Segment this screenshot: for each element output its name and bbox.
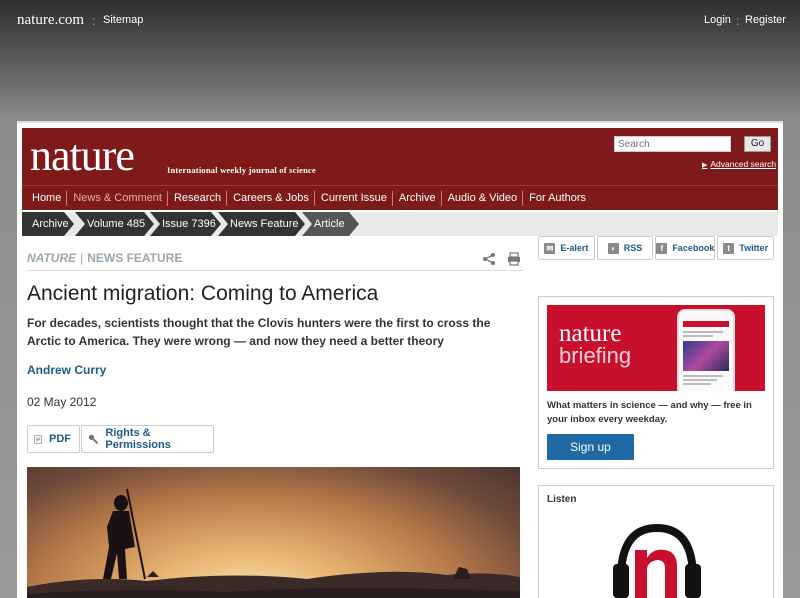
- nav-research[interactable]: Research: [168, 190, 228, 206]
- e-alert-button[interactable]: ✉ E-alert: [538, 236, 595, 260]
- nature-com-link[interactable]: nature.com: [17, 12, 84, 29]
- facebook-icon: f: [656, 242, 668, 254]
- article-standfirst: For decades, scientists thought that the…: [27, 316, 491, 348]
- mail-icon: ✉: [544, 242, 556, 254]
- triangle-right-icon: ▶: [702, 162, 708, 169]
- breadcrumb-article: Article: [302, 212, 359, 236]
- register-link[interactable]: Register: [745, 14, 786, 26]
- twitter-icon: t: [723, 242, 735, 254]
- nav-careers-jobs[interactable]: Careers & Jobs: [227, 190, 315, 206]
- pdf-label: PDF: [49, 433, 71, 445]
- article-headline: Ancient migration: Coming to America: [27, 282, 379, 305]
- nav-current-issue[interactable]: Current Issue: [315, 190, 393, 206]
- nav-news-comment[interactable]: News & Comment: [67, 190, 168, 206]
- facebook-label: Facebook: [672, 243, 715, 253]
- nature-briefing-box: nature briefing What matters in science …: [538, 296, 774, 469]
- facebook-button[interactable]: f Facebook: [655, 236, 716, 260]
- article-kicker: NATURE | NEWS FEATURE: [27, 251, 182, 265]
- rss-label: RSS: [623, 243, 643, 253]
- publication-date: 02 May 2012: [27, 395, 97, 409]
- top-separator: :: [92, 14, 96, 28]
- hero-image: [27, 467, 520, 598]
- top-bar: nature.com : Sitemap Login : Register: [0, 0, 800, 40]
- breadcrumb-issue[interactable]: Issue 7396: [150, 212, 221, 236]
- main-nav: Home News & Comment Research Careers & J…: [22, 185, 778, 210]
- phone-illustration: [677, 309, 735, 391]
- headphones-icon: [613, 523, 701, 598]
- nav-audio-video[interactable]: Audio & Video: [442, 190, 524, 206]
- breadcrumb-archive[interactable]: Archive: [22, 212, 74, 236]
- wrench-icon: [88, 434, 99, 444]
- nav-archive[interactable]: Archive: [393, 190, 442, 206]
- listen-heading: Listen: [547, 494, 577, 505]
- twitter-button[interactable]: t Twitter: [717, 236, 774, 260]
- kicker-separator: |: [80, 251, 84, 265]
- tagline: International weekly journal of science: [167, 165, 316, 175]
- briefing-description: What matters in science — and why — free…: [547, 400, 752, 425]
- social-share-bar: ✉ E-alert ◗ RSS f Facebook t Twitter: [538, 236, 774, 262]
- advanced-search-label: Advanced search: [710, 159, 777, 169]
- nav-for-authors[interactable]: For Authors: [523, 191, 591, 206]
- rights-permissions-button[interactable]: Rights & Permissions: [81, 425, 214, 453]
- top-separator: :: [736, 14, 740, 28]
- journal-label[interactable]: NATURE: [27, 251, 76, 265]
- listen-box: Listen: [538, 485, 774, 598]
- breadcrumb-volume[interactable]: Volume 485: [75, 212, 154, 236]
- pdf-button[interactable]: PDF: [27, 425, 80, 453]
- share-icon[interactable]: [482, 252, 496, 266]
- rights-permissions-label: Rights & Permissions: [105, 427, 171, 451]
- nature-briefing-banner[interactable]: nature briefing: [547, 305, 765, 391]
- breadcrumb-news-feature[interactable]: News Feature: [218, 212, 305, 236]
- search-input[interactable]: [614, 136, 731, 152]
- advanced-search-link[interactable]: ▶ Advanced search: [702, 159, 776, 169]
- divider: [27, 270, 524, 271]
- sitemap-link[interactable]: Sitemap: [103, 14, 143, 26]
- twitter-label: Twitter: [739, 243, 769, 253]
- nature-logo[interactable]: nature: [30, 132, 135, 180]
- pdf-icon: [34, 434, 42, 444]
- nav-home[interactable]: Home: [22, 190, 68, 206]
- login-link[interactable]: Login: [704, 14, 731, 26]
- masthead: nature International weekly journal of s…: [22, 128, 778, 185]
- rss-button[interactable]: ◗ RSS: [596, 236, 654, 260]
- print-icon[interactable]: [507, 252, 521, 266]
- e-alert-label: E-alert: [560, 243, 589, 253]
- section-label[interactable]: NEWS FEATURE: [87, 251, 182, 265]
- podcast-logo[interactable]: [569, 508, 745, 598]
- sign-up-button[interactable]: Sign up: [547, 434, 634, 460]
- breadcrumb: Archive Volume 485 Issue 7396 News Featu…: [22, 212, 778, 236]
- briefing-wordmark: briefing: [559, 343, 632, 368]
- go-button[interactable]: Go: [744, 136, 771, 152]
- arctic-hunter-silhouette: [27, 488, 520, 598]
- rss-icon: ◗: [607, 242, 619, 254]
- author-link[interactable]: Andrew Curry: [27, 363, 106, 377]
- page-container: nature International weekly journal of s…: [17, 121, 783, 598]
